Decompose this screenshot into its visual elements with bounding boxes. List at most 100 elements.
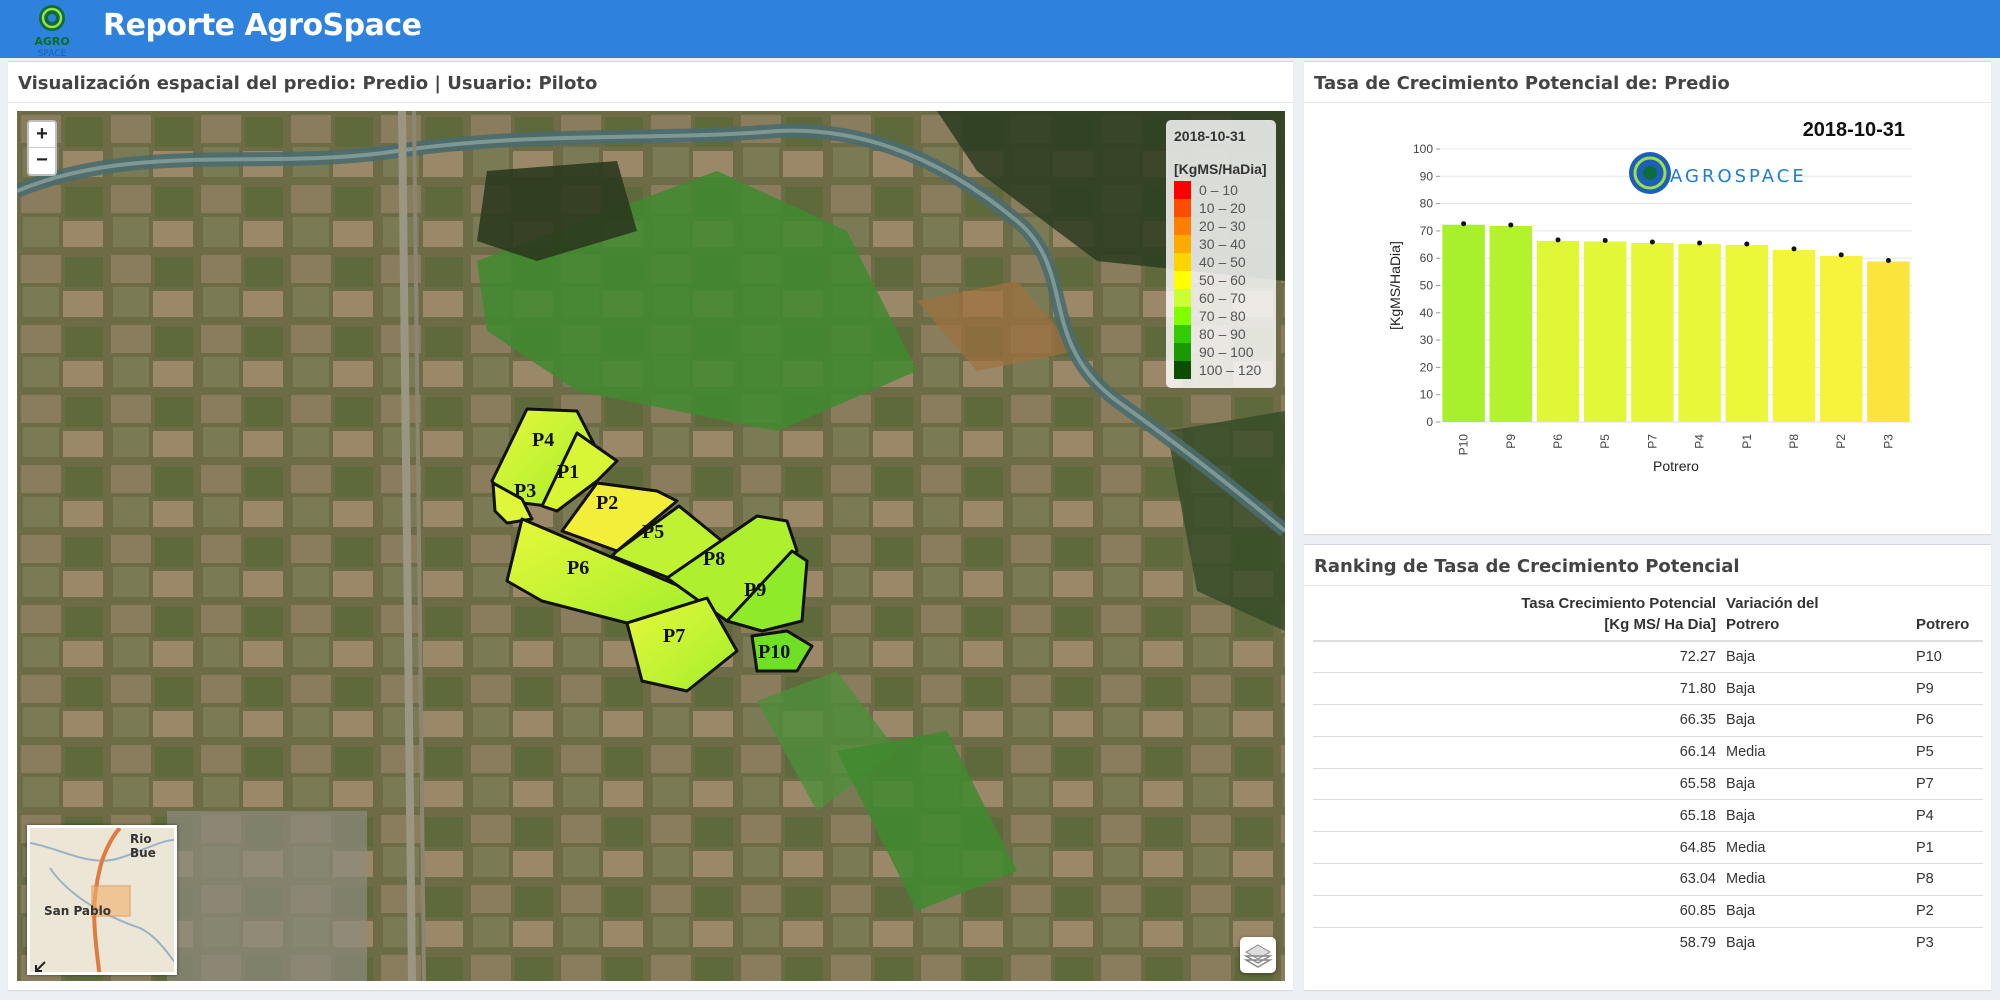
y-tick-label: 80 <box>1420 197 1434 211</box>
legend-row: 30 – 40 <box>1174 235 1268 253</box>
svg-text:P7: P7 <box>663 625 685 647</box>
minimap-label-river: Rio Bue <box>130 832 156 860</box>
legend-row: 40 – 50 <box>1174 253 1268 271</box>
rate-cell: 65.58 <box>1313 767 1721 800</box>
map-legend: 2018-10-31 [KgMS/HaDia] 0 – 10 10 – 20 20 … <box>1166 120 1276 388</box>
bar-marker-P6 <box>1555 237 1561 243</box>
legend-swatch <box>1174 271 1191 289</box>
app-title: Reporte AgroSpace <box>103 8 422 43</box>
legend-swatch <box>1174 181 1191 199</box>
satellite-map[interactable]: P4 P1 P3 P2 P5 P6 P8 P9 P7 P10 + − 2018-… <box>17 111 1285 981</box>
paddock-cell: P9 <box>1911 672 1983 705</box>
table-row: 66.35 Baja P6 <box>1313 704 1983 737</box>
x-tick-label: P9 <box>1504 434 1518 449</box>
legend-swatch <box>1174 325 1191 343</box>
svg-text:P4: P4 <box>532 429 554 451</box>
zoom-control: + − <box>27 120 57 176</box>
zoom-in-button[interactable]: + <box>29 122 55 148</box>
svg-text:P8: P8 <box>703 548 725 570</box>
variation-cell: Baja <box>1721 926 1911 959</box>
x-tick-label: P10 <box>1457 434 1471 456</box>
legend-swatch <box>1174 199 1191 217</box>
y-tick-label: 70 <box>1420 224 1434 238</box>
legend-row: 80 – 90 <box>1174 325 1268 343</box>
variation-cell: Media <box>1721 735 1911 769</box>
ranking-panel-title: Ranking de Tasa de Crecimiento Potencial <box>1304 545 1991 586</box>
x-tick-label: P2 <box>1834 434 1848 449</box>
bar-P6 <box>1536 240 1580 422</box>
legend-label: 10 – 20 <box>1199 200 1246 216</box>
watermark-logo-text: AGROSPACE <box>1670 166 1807 187</box>
chart-title: 2018-10-31 <box>1803 119 1905 141</box>
x-tick-label: P7 <box>1645 434 1659 449</box>
table-row: 65.18 Baja P4 <box>1313 799 1983 832</box>
table-row: 58.79 Baja P3 <box>1313 926 1983 959</box>
bar-marker-P2 <box>1838 252 1844 258</box>
svg-text:P6: P6 <box>567 557 589 579</box>
x-axis-label: Potrero <box>1653 458 1699 474</box>
legend-label: 0 – 10 <box>1199 182 1238 198</box>
variation-cell: Baja <box>1721 640 1911 673</box>
col-header-paddock[interactable]: Potrero <box>1911 589 1983 642</box>
chart-panel: Tasa de Crecimiento Potencial de: Predio… <box>1304 61 1991 534</box>
map-panel-title: Visualización espacial del predio: Predi… <box>8 62 1293 103</box>
x-tick-label: P5 <box>1598 434 1612 449</box>
table-row: 60.85 Baja P2 <box>1313 894 1983 928</box>
chart-watermark-logo: AGROSPACE <box>1629 152 1807 194</box>
svg-text:P9: P9 <box>744 579 766 601</box>
svg-text:P10: P10 <box>758 641 790 663</box>
svg-text:SPACE: SPACE <box>38 49 67 58</box>
y-axis-label: [KgMS/HaDia] <box>1387 241 1403 330</box>
paddock-cell: P8 <box>1911 863 1983 896</box>
col-header-variation[interactable]: Variación del Potrero <box>1721 589 1911 642</box>
legend-unit: [KgMS/HaDia] <box>1174 161 1267 177</box>
paddock-cell: P5 <box>1911 735 1983 769</box>
legend-date: 2018-10-31 <box>1174 128 1246 144</box>
col-header-rate[interactable]: Tasa Crecimiento Potencial [Kg MS/ Ha Dia… <box>1313 589 1721 642</box>
variation-cell: Baja <box>1721 799 1911 832</box>
bar-P5 <box>1583 241 1627 422</box>
legend-entries: 0 – 10 10 – 20 20 – 30 30 – 40 40 – 50 50 – 6… <box>1174 181 1268 379</box>
y-tick-label: 30 <box>1420 333 1434 347</box>
variation-cell: Media <box>1721 831 1911 864</box>
legend-label: 50 – 60 <box>1199 272 1246 288</box>
y-tick-label: 10 <box>1420 388 1434 402</box>
bar-P7 <box>1631 242 1674 422</box>
bar-marker-P7 <box>1649 239 1655 245</box>
legend-swatch <box>1174 307 1191 325</box>
minimap[interactable]: Rio Bue San Pablo <box>27 825 177 975</box>
y-tick-label: 60 <box>1420 251 1434 265</box>
legend-swatch <box>1174 217 1191 235</box>
minimap-toggle-icon[interactable] <box>33 960 47 974</box>
y-tick-label: 0 <box>1426 415 1433 429</box>
bar-marker-P5 <box>1602 237 1608 243</box>
y-tick-label: 40 <box>1420 306 1434 320</box>
legend-label: 80 – 90 <box>1199 326 1246 342</box>
zoom-out-button[interactable]: − <box>29 148 55 174</box>
table-row: 66.14 Media P5 <box>1313 735 1983 769</box>
rate-cell: 66.14 <box>1313 735 1721 769</box>
paddock-cell: P3 <box>1911 926 1983 959</box>
ranking-panel: Ranking de Tasa de Crecimiento Potencial… <box>1304 544 1991 990</box>
paddock-cell: P4 <box>1911 799 1983 832</box>
legend-row: 0 – 10 <box>1174 181 1268 199</box>
bar-P4 <box>1678 244 1721 422</box>
layers-button[interactable] <box>1240 937 1276 973</box>
legend-row: 60 – 70 <box>1174 289 1268 307</box>
svg-text:P2: P2 <box>596 492 618 514</box>
y-tick-label: 90 <box>1420 169 1434 183</box>
bar-P2 <box>1819 255 1863 422</box>
legend-swatch <box>1174 235 1191 253</box>
y-tick-label: 50 <box>1420 279 1434 293</box>
bar-P10 <box>1442 224 1485 422</box>
bar-chart-svg: 0 10 20 30 40 50 60 70 80 90 100 P10 P9 P6 P5 P7 P4 P1 P8 P… <box>1387 119 1912 474</box>
legend-label: 40 – 50 <box>1199 254 1246 270</box>
paddock-cell: P10 <box>1911 640 1983 673</box>
y-tick-label: 20 <box>1420 360 1434 374</box>
rate-cell: 66.35 <box>1313 704 1721 737</box>
rate-cell: 58.79 <box>1313 926 1721 959</box>
growth-rate-chart: 0 10 20 30 40 50 60 70 80 90 100 P10 P9 P6 P5 P7 P4 P1 P8 P… <box>1312 111 1983 529</box>
ranking-table-header: Tasa Crecimiento Potencial [Kg MS/ Ha Dia… <box>1313 589 1983 642</box>
variation-cell: Baja <box>1721 894 1911 928</box>
rate-cell: 60.85 <box>1313 894 1721 928</box>
